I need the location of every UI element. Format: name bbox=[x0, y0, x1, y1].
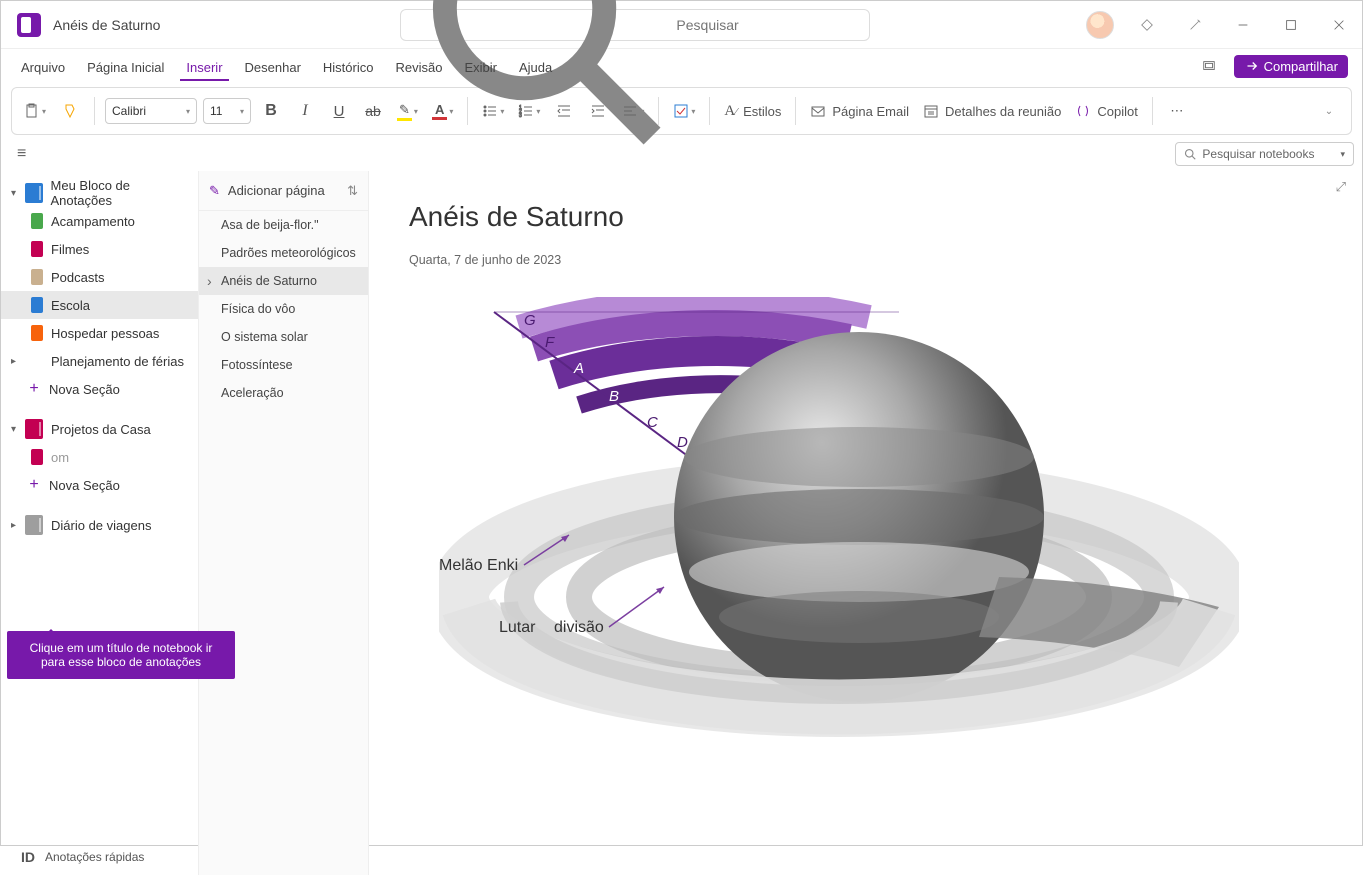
saturn-svg: G F A B C D bbox=[439, 297, 1239, 777]
search-input[interactable] bbox=[676, 17, 857, 33]
search-box[interactable] bbox=[400, 9, 870, 41]
section-0-2[interactable]: Podcasts bbox=[1, 263, 198, 291]
menu-inserir[interactable]: Inserir bbox=[180, 56, 228, 81]
page-canvas[interactable]: ⤢ Anéis de Saturno Quarta, 7 de junho de… bbox=[369, 171, 1362, 875]
add-page-label: Adicionar página bbox=[228, 183, 325, 198]
quick-notes-icon: ID bbox=[21, 849, 35, 865]
search-icon bbox=[1184, 148, 1196, 160]
ring-label-g: G bbox=[524, 312, 536, 329]
outdent-button[interactable] bbox=[550, 95, 578, 127]
menu-página-inicial[interactable]: Página Inicial bbox=[81, 56, 170, 81]
section-0-4[interactable]: Hospedar pessoas bbox=[1, 319, 198, 347]
styles-button[interactable]: A⁄Estilos bbox=[720, 95, 785, 127]
ring-label-d: D bbox=[677, 434, 688, 451]
new-section-1[interactable]: +Nova Seção bbox=[1, 471, 198, 499]
pages-sidebar: ✎ Adicionar página ⇅ Asa de beija-flor."… bbox=[199, 171, 369, 875]
ring-label-f: F bbox=[545, 334, 555, 351]
new-section-0[interactable]: +Nova Seção bbox=[1, 375, 198, 403]
notebook-0[interactable]: ▾Meu Bloco de Anotações bbox=[1, 179, 198, 207]
add-page-button[interactable]: ✎ Adicionar página ⇅ bbox=[199, 171, 368, 211]
page-item-1[interactable]: Padrões meteorológicos bbox=[199, 239, 368, 267]
font-name-select[interactable]: Calibri▾ bbox=[105, 98, 197, 124]
maximize-button[interactable] bbox=[1276, 10, 1306, 40]
notebook-sidebar: ▾Meu Bloco de AnotaçõesAcampamentoFilmes… bbox=[1, 171, 199, 875]
copilot-button[interactable]: Copilot bbox=[1071, 95, 1141, 127]
section-0-0[interactable]: Acampamento bbox=[1, 207, 198, 235]
section-0-5[interactable]: ▸Planejamento de férias bbox=[1, 347, 198, 375]
menu-desenhar[interactable]: Desenhar bbox=[239, 56, 307, 81]
meeting-details-button[interactable]: Detalhes da reunião bbox=[919, 95, 1065, 127]
font-color-button[interactable]: A bbox=[428, 95, 457, 127]
bullets-button[interactable] bbox=[478, 95, 508, 127]
menu-histórico[interactable]: Histórico bbox=[317, 56, 380, 81]
document-title: Anéis de Saturno bbox=[53, 17, 160, 33]
annotation-lutar: Lutar bbox=[499, 619, 535, 637]
page-item-6[interactable]: Aceleração bbox=[199, 379, 368, 407]
page-item-3[interactable]: Física do vôo bbox=[199, 295, 368, 323]
font-size-select[interactable]: 11▾ bbox=[203, 98, 251, 124]
page-date: Quarta, 7 de junho de 2023 bbox=[409, 253, 1322, 267]
close-button[interactable] bbox=[1324, 10, 1354, 40]
svg-text:3: 3 bbox=[519, 113, 522, 119]
menu-revisão[interactable]: Revisão bbox=[389, 56, 448, 81]
todo-tag-button[interactable] bbox=[669, 95, 699, 127]
menu-bar: Arquivo Página Inicial Inserir Desenhar Hist… bbox=[1, 49, 1362, 81]
page-title[interactable]: Anéis de Saturno bbox=[409, 201, 1322, 233]
present-icon[interactable] bbox=[1194, 51, 1224, 81]
page-item-4[interactable]: O sistema solar bbox=[199, 323, 368, 351]
minimize-button[interactable] bbox=[1228, 10, 1258, 40]
ribbon-chevron[interactable]: ⌄ bbox=[1315, 95, 1343, 127]
highlight-button[interactable]: ✎ bbox=[393, 95, 422, 127]
section-0-3[interactable]: Escola bbox=[1, 291, 198, 319]
menu-exibir[interactable]: Exibir bbox=[458, 56, 503, 81]
section-0-1[interactable]: Filmes bbox=[1, 235, 198, 263]
more-button[interactable]: ⋯ bbox=[1163, 95, 1191, 127]
tutorial-tooltip: Clique em um título de notebook ir para … bbox=[7, 631, 235, 679]
quick-notes-label: Anotações rápidas bbox=[45, 850, 144, 864]
quick-notes-footer[interactable]: ID Anotações rápidas bbox=[21, 849, 144, 865]
strikethrough-button[interactable]: ab bbox=[359, 95, 387, 127]
align-button[interactable] bbox=[618, 95, 648, 127]
title-bar: Anéis de Saturno bbox=[1, 1, 1362, 49]
paste-button[interactable] bbox=[20, 95, 50, 127]
bold-button[interactable]: B bbox=[257, 95, 285, 127]
ring-label-a: A bbox=[573, 360, 584, 377]
notebook-2[interactable]: ▸Diário de viagens bbox=[1, 511, 198, 539]
sort-icon[interactable]: ⇅ bbox=[347, 183, 358, 199]
section-1-0[interactable]: om bbox=[1, 443, 198, 471]
nav-toggle-icon[interactable]: ≡ bbox=[9, 141, 34, 167]
email-page-button[interactable]: Página Email bbox=[806, 95, 913, 127]
ring-label-b: B bbox=[609, 388, 619, 405]
premium-icon[interactable] bbox=[1132, 10, 1162, 40]
numbering-button[interactable]: 123 bbox=[514, 95, 544, 127]
ribbon-toolbar: Calibri▾ 11▾ B I U ab ✎ A 123 A⁄Estilos … bbox=[11, 87, 1352, 135]
onenote-app-icon bbox=[17, 13, 41, 37]
notebook-1[interactable]: ▾Projetos da Casa bbox=[1, 415, 198, 443]
annotation-enki: Melão Enki bbox=[439, 557, 518, 575]
annotation-divisao: divisão bbox=[554, 619, 604, 637]
page-item-2[interactable]: Anéis de Saturno bbox=[199, 267, 368, 295]
search-notebooks[interactable]: Pesquisar notebooks ▾ bbox=[1175, 142, 1354, 166]
sparkle-icon[interactable] bbox=[1180, 10, 1210, 40]
indent-button[interactable] bbox=[584, 95, 612, 127]
italic-button[interactable]: I bbox=[291, 95, 319, 127]
user-avatar[interactable] bbox=[1086, 11, 1114, 39]
saturn-illustration: G F A B C D bbox=[439, 297, 1239, 777]
ring-label-c: C bbox=[647, 414, 658, 431]
share-button[interactable]: Compartilhar bbox=[1234, 55, 1348, 78]
page-item-5[interactable]: Fotossíntese bbox=[199, 351, 368, 379]
share-label: Compartilhar bbox=[1264, 59, 1338, 74]
share-icon bbox=[1244, 59, 1258, 73]
menu-arquivo[interactable]: Arquivo bbox=[15, 56, 71, 81]
expand-icon[interactable]: ⤢ bbox=[1336, 179, 1346, 195]
underline-button[interactable]: U bbox=[325, 95, 353, 127]
page-item-0[interactable]: Asa de beija-flor." bbox=[199, 211, 368, 239]
menu-ajuda[interactable]: Ajuda bbox=[513, 56, 558, 81]
add-page-icon: ✎ bbox=[209, 183, 220, 199]
format-painter-button[interactable] bbox=[56, 95, 84, 127]
